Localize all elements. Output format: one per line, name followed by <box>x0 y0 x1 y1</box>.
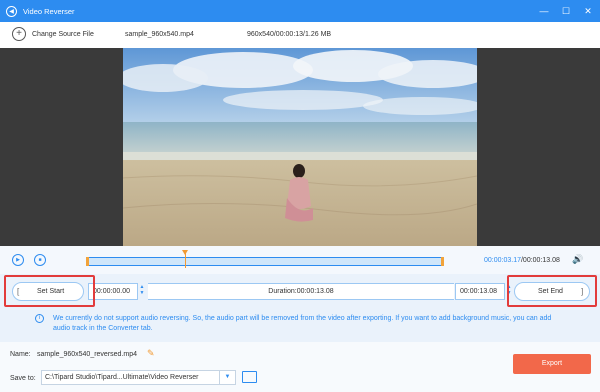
open-folder-icon[interactable] <box>242 371 257 383</box>
beach-scene-image <box>123 48 477 246</box>
app-logo-icon: ◀ <box>6 5 17 17</box>
set-start-button[interactable]: [ Set Start <box>12 282 84 301</box>
save-path-select[interactable]: C:\Tipard Studio\Tipard...Ultimate\Video… <box>41 370 236 385</box>
source-bar: + Change Source File sample_960x540.mp4 … <box>0 22 600 48</box>
dropdown-arrow-icon[interactable]: ▼ <box>219 371 235 384</box>
end-time-field[interactable]: 00:00:13.08 <box>455 283 505 300</box>
timeline-track[interactable] <box>86 257 444 266</box>
total-time: /00:00:13.08 <box>520 257 560 264</box>
video-preview-area <box>0 48 600 246</box>
trim-row: [ Set Start 00:00:00.00 ▲ ▼ Duration:00:0… <box>0 274 600 310</box>
source-filename: sample_960x540.mp4 <box>125 31 194 38</box>
name-label: Name: <box>10 351 31 358</box>
start-time-field[interactable]: 00:00:00.00 <box>88 283 138 300</box>
add-file-icon[interactable]: + <box>12 27 26 41</box>
stop-icon[interactable]: ■ <box>34 254 46 266</box>
duration-display: Duration:00:00:13.08 <box>148 283 454 300</box>
set-end-button[interactable]: Set End ] <box>514 282 590 301</box>
window-controls: — ☐ ✕ <box>538 0 594 22</box>
play-icon[interactable]: ▶ <box>12 254 24 266</box>
end-bracket-icon: ] <box>581 287 584 296</box>
export-button[interactable]: Export <box>513 354 591 374</box>
playhead[interactable] <box>185 252 186 268</box>
audio-notice: i We currently do not support audio reve… <box>0 310 600 342</box>
window-title: Video Reverser <box>23 6 75 16</box>
change-source-button[interactable]: Change Source File <box>32 31 94 38</box>
volume-icon[interactable]: 🔊 <box>572 254 583 265</box>
edit-name-icon[interactable]: ✎ <box>147 348 155 359</box>
time-display: 00:00:03.17/00:00:13.08 <box>484 257 560 264</box>
info-icon: i <box>35 314 44 323</box>
timeline-end-handle[interactable] <box>441 257 444 266</box>
current-time: 00:00:03.17 <box>484 257 521 264</box>
maximize-icon[interactable]: ☐ <box>560 6 572 17</box>
notice-text: We currently do not support audio revers… <box>53 315 552 332</box>
title-bar: ◀ Video Reverser — ☐ ✕ <box>0 0 600 22</box>
start-time-stepper[interactable]: ▲ ▼ <box>139 284 145 296</box>
end-time-stepper[interactable]: ▲ ▼ <box>506 284 512 296</box>
playback-controls: ▶ ■ 00:00:03.17/00:00:13.08 🔊 <box>0 246 600 274</box>
save-path-value: C:\Tipard Studio\Tipard...Ultimate\Video… <box>45 374 199 381</box>
save-to-label: Save to: <box>10 375 36 382</box>
minimize-icon[interactable]: — <box>538 6 550 16</box>
set-end-label: Set End <box>538 288 563 295</box>
timeline-start-handle[interactable] <box>86 257 89 266</box>
end-time-value: 00:00:13.08 <box>460 288 497 295</box>
output-panel: Name: sample_960x540_reversed.mp4 ✎ Save… <box>0 342 600 392</box>
video-frame <box>123 48 477 246</box>
start-time-value: 00:00:00.00 <box>93 288 130 295</box>
set-start-label: Set Start <box>37 288 65 295</box>
start-bracket-icon: [ <box>17 287 20 296</box>
source-file-info: 960x540/00:00:13/1.26 MB <box>247 31 332 38</box>
close-icon[interactable]: ✕ <box>582 6 594 17</box>
output-filename: sample_960x540_reversed.mp4 <box>37 351 138 358</box>
